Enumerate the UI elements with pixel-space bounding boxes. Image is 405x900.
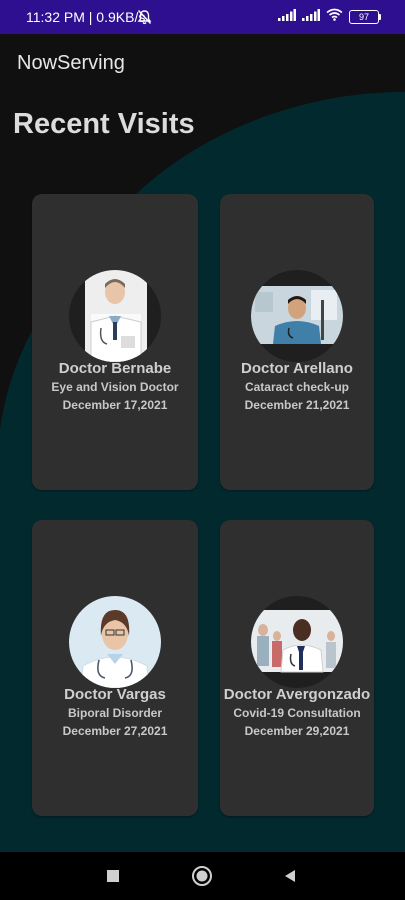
doctor-photo [69, 270, 161, 362]
visit-description: Eye and Vision Doctor [51, 380, 179, 394]
recents-square-icon[interactable] [101, 864, 125, 888]
navigation-bar [0, 852, 405, 900]
battery-icon: 97 [349, 10, 381, 24]
cell-signal-icon [278, 8, 296, 26]
visit-card[interactable]: Doctor Avergonzado Covid-19 Consultation… [220, 520, 374, 816]
visit-date: December 17,2021 [62, 398, 168, 412]
visit-date: December 27,2021 [62, 724, 168, 738]
visit-card[interactable]: Doctor Arellano Cataract check-up Decemb… [220, 194, 374, 490]
status-time: 11:32 PM | 0.9KB/s [26, 9, 146, 25]
visit-description: Covid-19 Consultation [233, 706, 361, 720]
doctor-photo [251, 270, 343, 362]
visit-date: December 29,2021 [244, 724, 350, 738]
page-title: Recent Visits [13, 108, 195, 140]
home-circle-icon[interactable] [190, 864, 214, 888]
back-triangle-icon[interactable] [278, 864, 302, 888]
doctor-name: Doctor Bernabe [58, 360, 172, 377]
doctor-name: Doctor Vargas [64, 686, 166, 703]
app-title: NowServing [17, 52, 125, 74]
bell-off-icon [137, 9, 152, 30]
status-bar: 11:32 PM | 0.9KB/s 97 [0, 0, 405, 34]
wifi-icon [326, 8, 343, 26]
status-icons: 97 [278, 8, 381, 26]
visit-description: Cataract check-up [244, 380, 350, 394]
visit-card[interactable]: Doctor Bernabe Eye and Vision Doctor Dec… [32, 194, 198, 490]
doctor-name: Doctor Arellano [241, 360, 353, 377]
doctor-photo [251, 596, 343, 688]
visit-date: December 21,2021 [244, 398, 350, 412]
doctor-name: Doctor Avergonzado [223, 686, 371, 703]
doctor-photo [69, 596, 161, 688]
visit-card[interactable]: Doctor Vargas Biporal Disorder December … [32, 520, 198, 816]
cell-signal-icon [302, 8, 320, 26]
visit-description: Biporal Disorder [67, 706, 163, 720]
